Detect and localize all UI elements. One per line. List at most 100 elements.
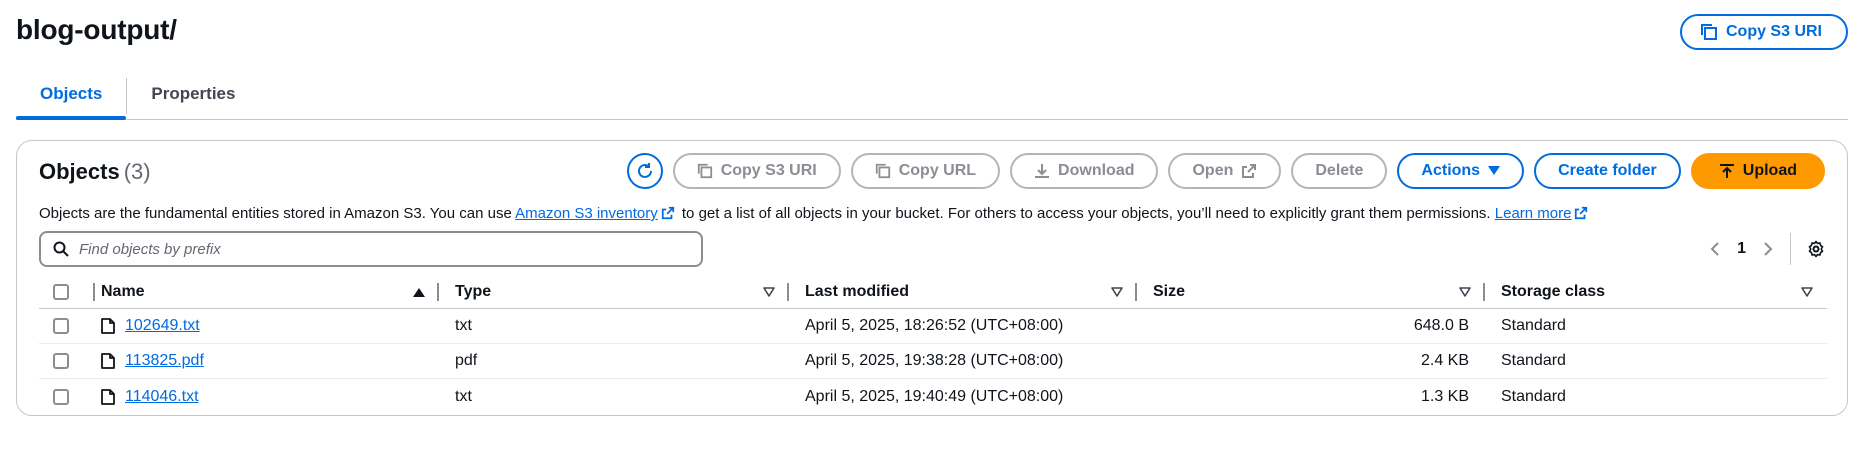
- row-checkbox[interactable]: [53, 318, 69, 334]
- download-button[interactable]: Download: [1010, 153, 1159, 189]
- open-label: Open: [1192, 162, 1234, 179]
- header-name[interactable]: Name: [95, 275, 439, 308]
- file-icon: [101, 353, 115, 369]
- upload-label: Upload: [1742, 162, 1797, 179]
- objects-count: (3): [123, 159, 151, 184]
- tab-objects[interactable]: Objects: [16, 76, 127, 120]
- page-title: blog-output/: [16, 14, 177, 45]
- objects-title: Objects: [39, 159, 120, 184]
- object-name-link[interactable]: 113825.pdf: [125, 352, 204, 370]
- header-last-modified-label: Last modified: [805, 282, 910, 300]
- objects-table: Name Type Last modified Size Storage cla…: [39, 275, 1827, 414]
- external-link-icon: [1242, 164, 1257, 178]
- pagination-divider: [1790, 233, 1791, 265]
- size-cell: 1.3 KB: [1420, 387, 1469, 405]
- select-all-checkbox[interactable]: [53, 283, 69, 300]
- create-folder-button[interactable]: Create folder: [1534, 153, 1681, 189]
- delete-label: Delete: [1315, 162, 1364, 179]
- header-name-label: Name: [101, 282, 145, 300]
- last-modified-cell: April 5, 2025, 19:40:49 (UTC+08:00): [805, 387, 1064, 405]
- sort-descending-icon[interactable]: [1459, 286, 1471, 297]
- header-size[interactable]: Size: [1137, 275, 1485, 308]
- upload-icon: [1719, 164, 1734, 178]
- row-checkbox-cell: [39, 309, 95, 343]
- size-cell: 2.4 KB: [1420, 352, 1469, 369]
- page-number[interactable]: 1: [1737, 240, 1746, 258]
- table-header: Name Type Last modified Size Storage cla…: [39, 275, 1827, 309]
- table-row: 114046.txt txt April 5, 2025, 19:40:49 (…: [39, 379, 1827, 414]
- copy-icon: [875, 163, 890, 179]
- refresh-icon: [637, 163, 652, 178]
- copy-icon: [1700, 24, 1717, 40]
- name-cell: 102649.txt: [95, 309, 439, 343]
- actions-label: Actions: [1421, 162, 1481, 179]
- download-label: Download: [1058, 162, 1135, 179]
- search-box: [39, 231, 703, 267]
- storage-class-cell: Standard: [1501, 352, 1566, 369]
- row-checkbox-cell: [39, 344, 95, 378]
- copy-s3-uri-top-label: Copy S3 URI: [1725, 23, 1822, 40]
- tab-bar: Objects Properties: [16, 76, 1848, 120]
- sort-descending-icon[interactable]: [763, 286, 775, 297]
- objects-panel: Objects (3) Copy S3 URI Copy URL Download…: [16, 140, 1848, 416]
- storage-class-cell: Standard: [1501, 387, 1566, 405]
- header-last-modified[interactable]: Last modified: [789, 275, 1137, 308]
- learn-more-link[interactable]: Learn more: [1495, 205, 1572, 222]
- open-button[interactable]: Open: [1168, 153, 1282, 189]
- delete-button[interactable]: Delete: [1291, 153, 1388, 189]
- external-link-icon: [1575, 206, 1588, 220]
- type-cell: pdf: [455, 352, 478, 369]
- table-row: 113825.pdf pdf April 5, 2025, 19:38:28 (…: [39, 344, 1827, 379]
- caret-down-icon: [1488, 166, 1501, 175]
- table-row: 102649.txt txt April 5, 2025, 18:26:52 (…: [39, 309, 1827, 344]
- header-storage-class-label: Storage class: [1501, 282, 1606, 300]
- objects-heading: Objects (3): [39, 159, 151, 185]
- row-checkbox[interactable]: [53, 388, 69, 405]
- actions-dropdown[interactable]: Actions: [1397, 153, 1525, 189]
- last-modified-cell: April 5, 2025, 19:38:28 (UTC+08:00): [805, 352, 1064, 369]
- copy-icon: [697, 163, 712, 179]
- description-text-2: to get a list of all objects in your buc…: [677, 205, 1495, 222]
- copy-s3-uri-label: Copy S3 URI: [720, 162, 817, 179]
- file-icon: [101, 318, 115, 334]
- storage-class-cell: Standard: [1501, 317, 1566, 334]
- chevron-left-icon[interactable]: [1709, 241, 1721, 257]
- type-cell: txt: [455, 387, 472, 405]
- objects-actions: Copy S3 URI Copy URL Download Open Delet…: [626, 153, 1825, 189]
- header-checkbox-cell: [39, 275, 95, 308]
- external-link-icon: [661, 206, 674, 220]
- chevron-right-icon[interactable]: [1762, 241, 1774, 257]
- sort-ascending-icon[interactable]: [413, 287, 425, 297]
- object-name-link[interactable]: 102649.txt: [125, 317, 200, 335]
- file-icon: [101, 388, 115, 405]
- row-checkbox[interactable]: [53, 353, 69, 369]
- settings-icon[interactable]: [1807, 240, 1825, 258]
- refresh-button[interactable]: [626, 153, 663, 189]
- type-cell: txt: [455, 317, 472, 334]
- row-checkbox-cell: [39, 379, 95, 414]
- size-cell: 648.0 B: [1413, 317, 1469, 334]
- search-icon: [53, 241, 69, 257]
- search-input[interactable]: [79, 240, 679, 258]
- s3-inventory-link[interactable]: Amazon S3 inventory: [515, 205, 658, 222]
- object-name-link[interactable]: 114046.txt: [125, 388, 199, 406]
- sort-descending-icon[interactable]: [1801, 286, 1813, 297]
- pagination: 1: [1709, 233, 1825, 265]
- tab-properties[interactable]: Properties: [127, 76, 259, 112]
- name-cell: 113825.pdf: [95, 344, 439, 378]
- objects-description: Objects are the fundamental entities sto…: [39, 205, 1591, 222]
- name-cell: 114046.txt: [95, 379, 439, 414]
- create-folder-label: Create folder: [1558, 162, 1657, 179]
- copy-s3-uri-top-button[interactable]: Copy S3 URI: [1679, 14, 1848, 50]
- description-text-1: Objects are the fundamental entities sto…: [39, 205, 516, 222]
- upload-button[interactable]: Upload: [1690, 153, 1825, 189]
- copy-s3-uri-button[interactable]: Copy S3 URI: [672, 153, 841, 189]
- sort-descending-icon[interactable]: [1111, 286, 1123, 297]
- header-type[interactable]: Type: [439, 275, 789, 308]
- header-type-label: Type: [455, 282, 492, 300]
- download-icon: [1035, 164, 1050, 178]
- header-storage-class[interactable]: Storage class: [1485, 275, 1827, 308]
- copy-url-button[interactable]: Copy URL: [850, 153, 1001, 189]
- header-size-label: Size: [1153, 282, 1186, 300]
- copy-url-label: Copy URL: [898, 162, 977, 179]
